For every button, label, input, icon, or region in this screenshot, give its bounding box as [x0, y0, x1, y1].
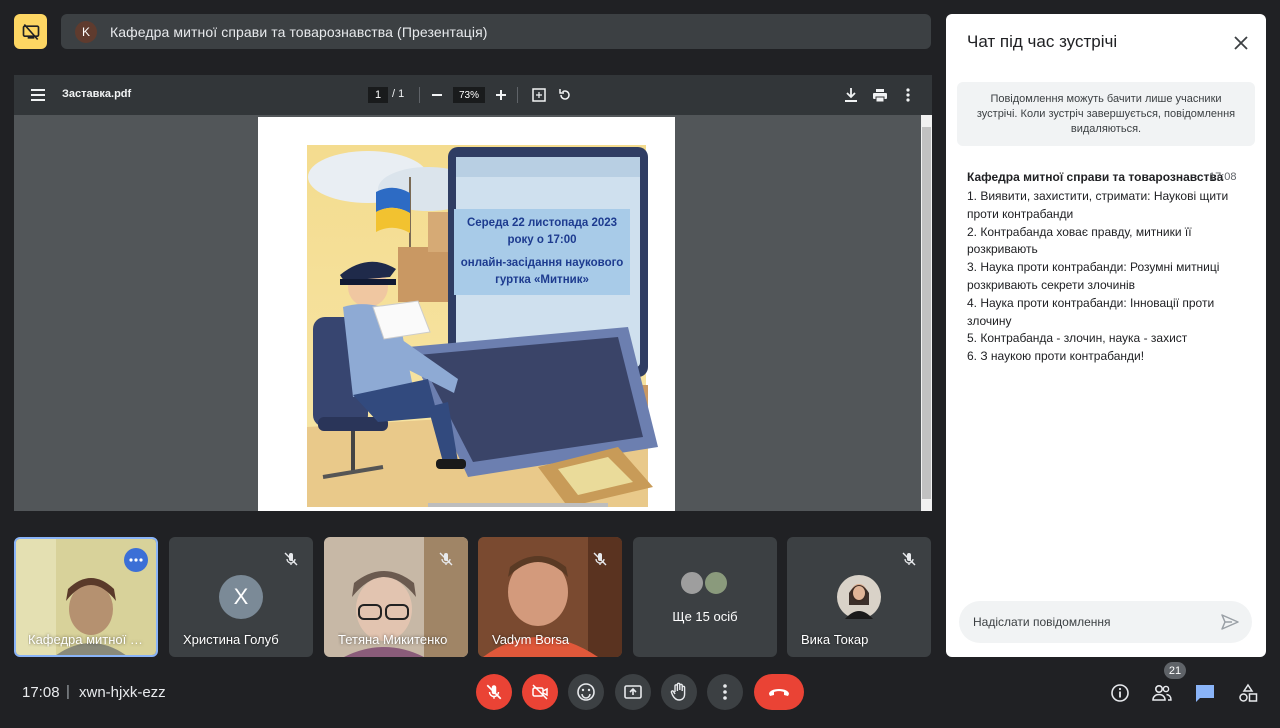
camera-off-icon	[532, 684, 548, 700]
mic-off-icon	[486, 684, 502, 700]
presentation-icon[interactable]	[14, 14, 47, 49]
activities-icon[interactable]	[1236, 681, 1260, 705]
presenter-avatar: K	[75, 20, 97, 43]
present-screen-icon	[624, 685, 642, 699]
page-total: / 1	[392, 88, 405, 100]
zoom-level-input[interactable]: 73%	[453, 87, 485, 103]
participant-name: Вика Токар	[801, 632, 869, 647]
rotate-icon[interactable]	[557, 87, 573, 103]
participant-avatar: X	[219, 575, 263, 619]
raise-hand-button[interactable]	[661, 674, 697, 710]
participant-name: Vadym Borsa	[492, 632, 570, 647]
message-time: 17:08	[1209, 171, 1237, 183]
pdf-scrollbar[interactable]	[921, 115, 932, 511]
poster-illustration	[307, 145, 658, 507]
message-line: 6. З наукою проти контрабанди!	[967, 349, 1145, 364]
reactions-button[interactable]	[568, 674, 604, 710]
emoji-icon	[577, 683, 595, 701]
meeting-clock: 17:08	[22, 684, 60, 701]
participant-tile[interactable]: X Христина Голуб	[169, 537, 313, 657]
message-body: 1. Виявити, захистити, стримати: Наукові…	[967, 188, 1247, 366]
scrollbar-thumb[interactable]	[922, 127, 931, 499]
message-line: 1. Виявити, захистити, стримати: Наукові…	[967, 189, 1229, 221]
presentation-title-bar: K Кафедра митної справи та товарознавств…	[61, 14, 931, 49]
zoom-in-icon[interactable]	[493, 87, 509, 103]
close-icon[interactable]	[1232, 34, 1250, 52]
presentation-title: Кафедра митної справи та товарознавства …	[110, 23, 488, 40]
pdf-viewer: Заставка.pdf 1 / 1 73% Середа 22 листопа…	[14, 75, 932, 511]
poster-time: року о 17:00	[507, 234, 577, 246]
hang-up-icon	[769, 689, 789, 696]
message-line: 4. Наука проти контрабанди: Інновації пр…	[967, 295, 1215, 328]
more-options-icon[interactable]	[124, 548, 148, 572]
fit-page-icon[interactable]	[531, 87, 547, 103]
people-icon[interactable]	[1150, 681, 1174, 705]
participant-tile-host[interactable]: Кафедра митної с...	[14, 537, 158, 657]
participant-avatar	[679, 570, 705, 596]
message-line: 3. Наука проти контрабанди: Розумні митн…	[967, 260, 1220, 292]
more-options-icon	[723, 684, 727, 700]
more-options-button[interactable]	[707, 674, 743, 710]
participant-tile[interactable]: Vadym Borsa	[478, 537, 622, 657]
chat-icon[interactable]	[1193, 681, 1217, 705]
more-participants-label: Ще 15 осіб	[672, 609, 738, 624]
participant-tile[interactable]: Вика Токар	[787, 537, 931, 657]
message-line: 5. Контрабанда - злочин, наука - захист	[967, 331, 1188, 346]
chat-message-input[interactable]	[959, 601, 1252, 643]
toolbar-divider	[517, 87, 518, 103]
pdf-page: Середа 22 листопада 2023 року о 17:00 он…	[258, 117, 675, 511]
send-icon[interactable]	[1220, 612, 1240, 632]
print-icon[interactable]	[872, 87, 888, 103]
menu-icon[interactable]	[30, 87, 46, 103]
microphone-toggle-button[interactable]	[476, 674, 512, 710]
poster-club: гуртка «Митник»	[495, 274, 589, 286]
divider: |	[66, 683, 70, 700]
mic-off-icon	[439, 552, 453, 566]
mic-off-icon	[902, 552, 916, 566]
end-call-button[interactable]	[754, 674, 804, 710]
poster-date: Середа 22 листопада 2023	[466, 217, 618, 229]
chat-notice: Повідомлення можуть бачити лише учасники…	[957, 82, 1255, 146]
toolbar-divider	[419, 87, 420, 103]
zoom-out-icon[interactable]	[429, 87, 445, 103]
people-count-badge: 21	[1164, 662, 1186, 679]
participant-name: Кафедра митної с...	[28, 632, 146, 647]
stop-present-icon	[22, 23, 39, 40]
hand-icon	[670, 682, 686, 701]
meeting-details-icon[interactable]	[1108, 681, 1132, 705]
download-icon[interactable]	[843, 87, 859, 103]
participant-avatar	[703, 570, 729, 596]
message-line: 2. Контрабанда ховає правду, митники її …	[967, 224, 1192, 257]
pdf-filename: Заставка.pdf	[62, 88, 132, 100]
poster-announcement: Середа 22 листопада 2023 року о 17:00 он…	[454, 209, 630, 295]
more-options-icon[interactable]	[900, 87, 916, 103]
mic-off-icon	[593, 552, 607, 566]
page-number-input[interactable]: 1	[368, 87, 388, 103]
chat-title: Чат під час зустрічі	[967, 32, 1118, 51]
more-participants-tile[interactable]: Ще 15 осіб	[633, 537, 777, 657]
participant-tile[interactable]: Тетяна Микитенко	[324, 537, 468, 657]
meeting-code: xwn-hjxk-ezz	[79, 684, 166, 701]
mic-off-icon	[284, 552, 298, 566]
message-sender: Кафедра митної справи та товарознавства	[967, 170, 1224, 184]
present-screen-button[interactable]	[615, 674, 651, 710]
pdf-toolbar: Заставка.pdf 1 / 1 73%	[14, 75, 932, 115]
participant-name: Христина Голуб	[183, 632, 279, 647]
participant-name: Тетяна Микитенко	[338, 632, 448, 647]
poster-event: онлайн-засідання наукового	[460, 257, 624, 269]
chat-panel: Чат під час зустрічі Повідомлення можуть…	[946, 14, 1266, 657]
participant-avatar	[837, 575, 881, 619]
camera-toggle-button[interactable]	[522, 674, 558, 710]
